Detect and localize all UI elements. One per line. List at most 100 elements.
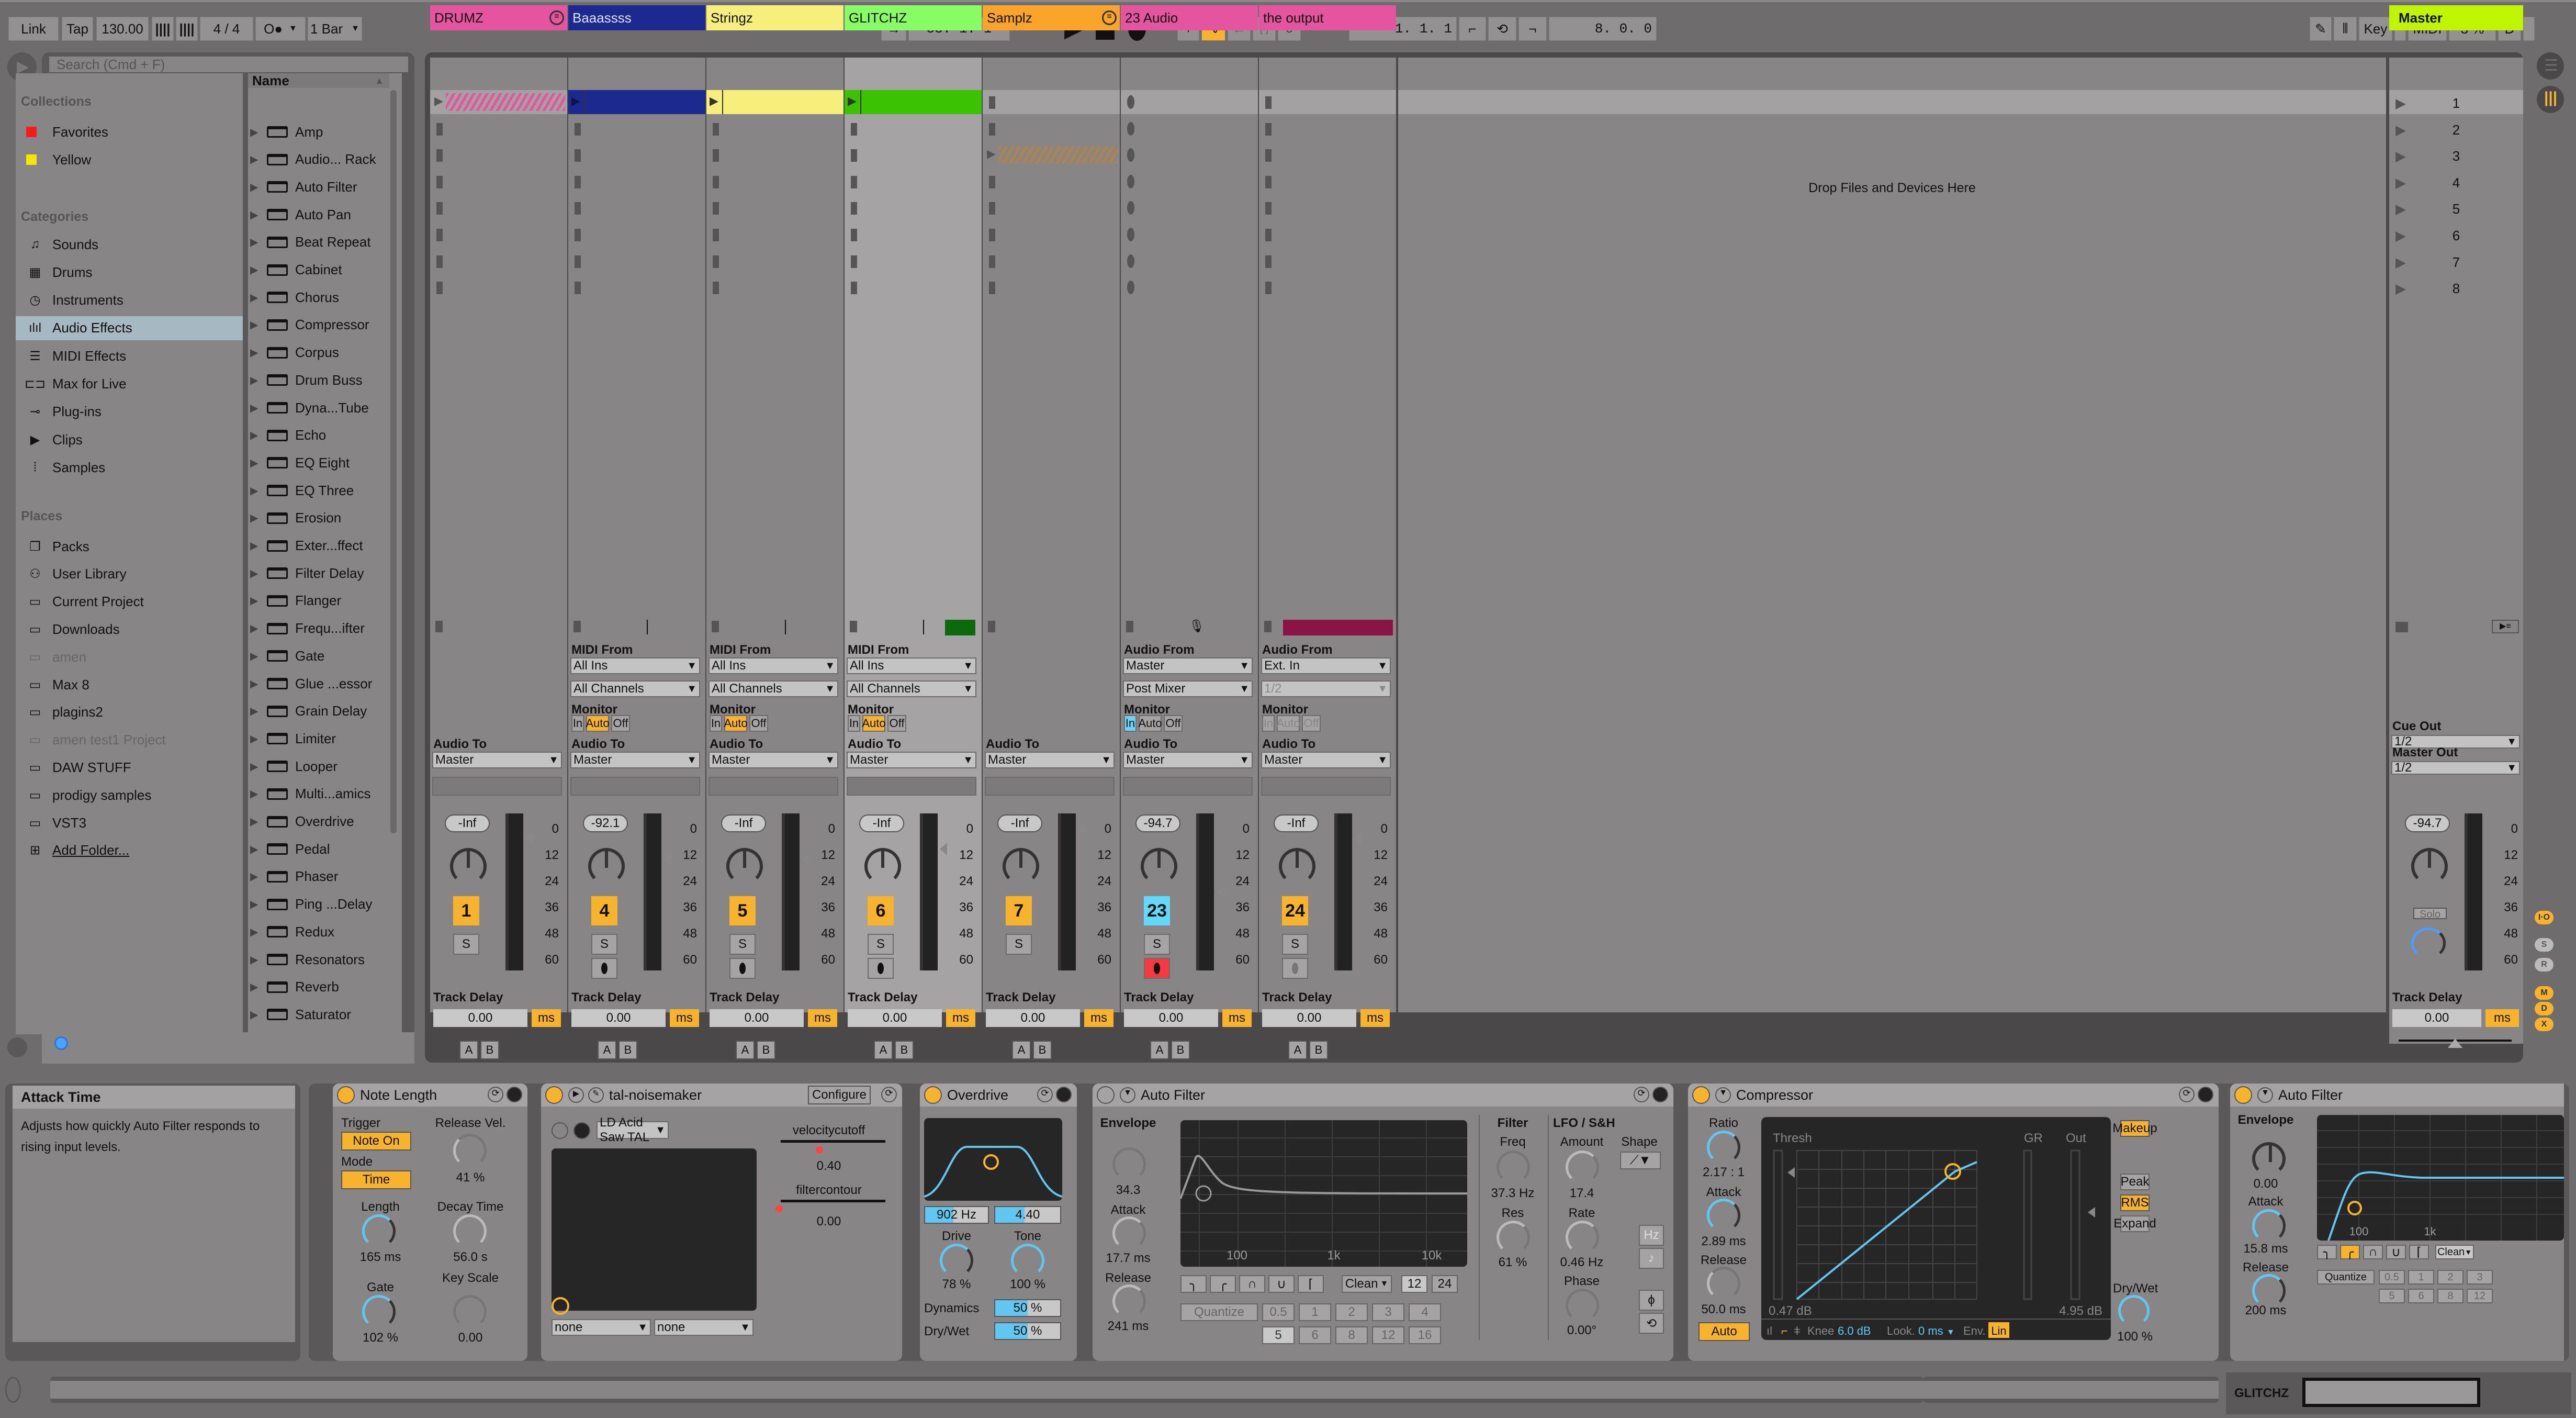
master-pan-knob[interactable]	[2411, 848, 2448, 885]
track-activator-button[interactable]: 7	[1006, 896, 1032, 925]
track-delay-unit-button[interactable]: ms	[808, 1009, 837, 1027]
filtercontour-handle[interactable]	[775, 1205, 783, 1212]
expand-arrow-icon[interactable]: ▶	[250, 263, 264, 276]
quantize-menu[interactable]: 1 Bar ▼	[308, 17, 362, 41]
master-header[interactable]: Master	[2389, 5, 2523, 30]
stop-slot-icon[interactable]	[436, 255, 443, 268]
stop-clips-button[interactable]	[988, 621, 995, 632]
stop-slot-icon[interactable]	[575, 122, 581, 136]
clip-slot[interactable]	[568, 116, 705, 141]
monitor-auto-button[interactable]: Auto	[724, 715, 748, 732]
attack-knob[interactable]	[2252, 1209, 2286, 1243]
name-column-header[interactable]: Name ▲	[248, 73, 389, 88]
track-activator-button[interactable]: 24	[1282, 896, 1308, 925]
input-source-dropdown[interactable]: All Ins	[847, 657, 976, 674]
quantize-value-button[interactable]: 0.5	[1262, 1303, 1295, 1321]
collection-item[interactable]: Favorites	[16, 121, 251, 142]
configure-button[interactable]: Configure	[807, 1086, 871, 1104]
auto-release-button[interactable]: Auto	[1698, 1322, 1750, 1341]
record-slot-icon[interactable]	[1127, 95, 1134, 109]
pan-knob[interactable]	[1003, 848, 1039, 885]
stop-clips-button[interactable]	[1126, 621, 1133, 632]
stop-slot-icon[interactable]	[851, 175, 857, 188]
device-power-toggle[interactable]	[924, 1086, 942, 1104]
browser-item[interactable]: ▶ Looper	[246, 756, 377, 777]
input-source-dropdown[interactable]: All Ins	[570, 657, 700, 674]
expand-arrow-icon[interactable]: ▶	[250, 732, 264, 745]
browser-item[interactable]: ▶ Limiter	[246, 728, 377, 749]
record-slot-icon[interactable]	[1127, 254, 1134, 268]
output-dropdown[interactable]: Master	[708, 752, 838, 768]
place-item[interactable]: ▭ plagins2	[16, 702, 251, 723]
expand-arrow-icon[interactable]: ▶	[250, 898, 264, 911]
monitor-auto-button[interactable]: Auto	[586, 715, 610, 732]
browser-item[interactable]: ▶ Flanger	[246, 590, 377, 611]
browser-item[interactable]: ▶ Erosion	[246, 508, 377, 529]
category-item[interactable]: ◷ Instruments	[16, 288, 243, 312]
browser-item[interactable]: ▶ Multi...amics	[246, 784, 377, 805]
track-delay-unit-button[interactable]: ms	[670, 1009, 699, 1027]
stop-slot-icon[interactable]	[989, 122, 995, 136]
clip-slot[interactable]	[706, 116, 843, 141]
expand-arrow-icon[interactable]: ▶	[250, 153, 264, 166]
output-dropdown[interactable]: Master	[570, 752, 700, 768]
stop-slot-icon[interactable]	[851, 122, 857, 136]
volume-value[interactable]: -Inf	[997, 814, 1042, 832]
input-channel-dropdown[interactable]: All Channels	[847, 680, 976, 697]
track-delay-unit-button[interactable]: ms	[1360, 1009, 1390, 1027]
slope-24-button[interactable]: 24	[1432, 1275, 1458, 1293]
clip-slot[interactable]	[430, 222, 567, 247]
quantize-value-button[interactable]: 6	[2408, 1289, 2434, 1303]
tap-tempo-button[interactable]: Tap	[62, 17, 93, 41]
expand-arrow-icon[interactable]: ▶	[250, 484, 264, 497]
ratio-knob[interactable]	[1707, 1131, 1740, 1164]
pan-knob[interactable]	[1279, 848, 1315, 885]
dynamics-field[interactable]: 50 %	[994, 1299, 1061, 1317]
input-channel-dropdown[interactable]: All Channels	[570, 680, 700, 697]
scene-launch[interactable]: ▶ 7	[2389, 249, 2523, 273]
expand-arrow-icon[interactable]: ▶	[250, 650, 264, 663]
quantize-value-button[interactable]: 2	[1335, 1303, 1368, 1321]
track-header[interactable]: DRUMZ ≡	[430, 5, 567, 30]
crossfade-a-button[interactable]: A	[459, 1041, 478, 1059]
link-button[interactable]: Link	[8, 17, 59, 41]
browser-item[interactable]: ▶ Chorus	[246, 287, 377, 308]
attack-knob[interactable]	[1112, 1216, 1146, 1250]
highpass-filter-button[interactable]: ╭	[2340, 1245, 2360, 1259]
preset-selector[interactable]: LD Acid Saw TAL	[597, 1115, 669, 1144]
clip-slot[interactable]	[706, 143, 843, 168]
collapse-chevron-icon[interactable]: ▼	[1120, 1087, 1135, 1103]
scene-launch[interactable]: ▶ 8	[2389, 275, 2523, 300]
expand-arrow-icon[interactable]: ▶	[250, 870, 264, 883]
input-source-dropdown[interactable]: Ext. In	[1261, 657, 1391, 674]
expand-arrow-icon[interactable]: ▶	[250, 594, 264, 607]
expand-arrow-icon[interactable]: ▶	[250, 1008, 264, 1021]
track-activator-button[interactable]: 4	[591, 896, 617, 925]
quantize-value-button[interactable]: 3	[1372, 1303, 1404, 1321]
category-item[interactable]: ♫ Sounds	[16, 232, 243, 256]
clip-slot[interactable]	[1121, 90, 1258, 114]
crossfade-a-button[interactable]: A	[1150, 1041, 1169, 1059]
pan-knob[interactable]	[588, 848, 625, 885]
device-power-toggle[interactable]	[1097, 1086, 1115, 1104]
track-activator-button[interactable]: 1	[453, 896, 479, 925]
category-item[interactable]: ▶ Clips	[16, 428, 243, 452]
expand-arrow-icon[interactable]: ▶	[250, 953, 264, 966]
session-view-toggle[interactable]: |||	[2537, 86, 2564, 113]
crossfade-a-button[interactable]: A	[874, 1041, 893, 1059]
expand-arrow-icon[interactable]: ▶	[250, 705, 264, 718]
stop-slot-icon[interactable]	[713, 175, 719, 188]
monitor-auto-button[interactable]: Auto	[1138, 715, 1162, 732]
arm-button[interactable]	[868, 958, 894, 979]
stop-clips-button[interactable]	[573, 621, 581, 632]
highpass-filter-button[interactable]: ╭	[1210, 1275, 1236, 1293]
monitor-off-button[interactable]: Off	[1302, 715, 1321, 732]
solo-button[interactable]: S	[1144, 934, 1170, 955]
expand-arrow-icon[interactable]: ▶	[250, 622, 264, 635]
stop-slot-icon[interactable]	[851, 282, 857, 295]
save-preset-icon[interactable]	[507, 1087, 522, 1102]
save-preset-icon[interactable]	[1056, 1087, 1072, 1102]
expand-arrow-icon[interactable]: ▶	[250, 291, 264, 304]
pan-knob[interactable]	[864, 848, 901, 885]
monitor-in-button[interactable]: In	[710, 715, 722, 732]
